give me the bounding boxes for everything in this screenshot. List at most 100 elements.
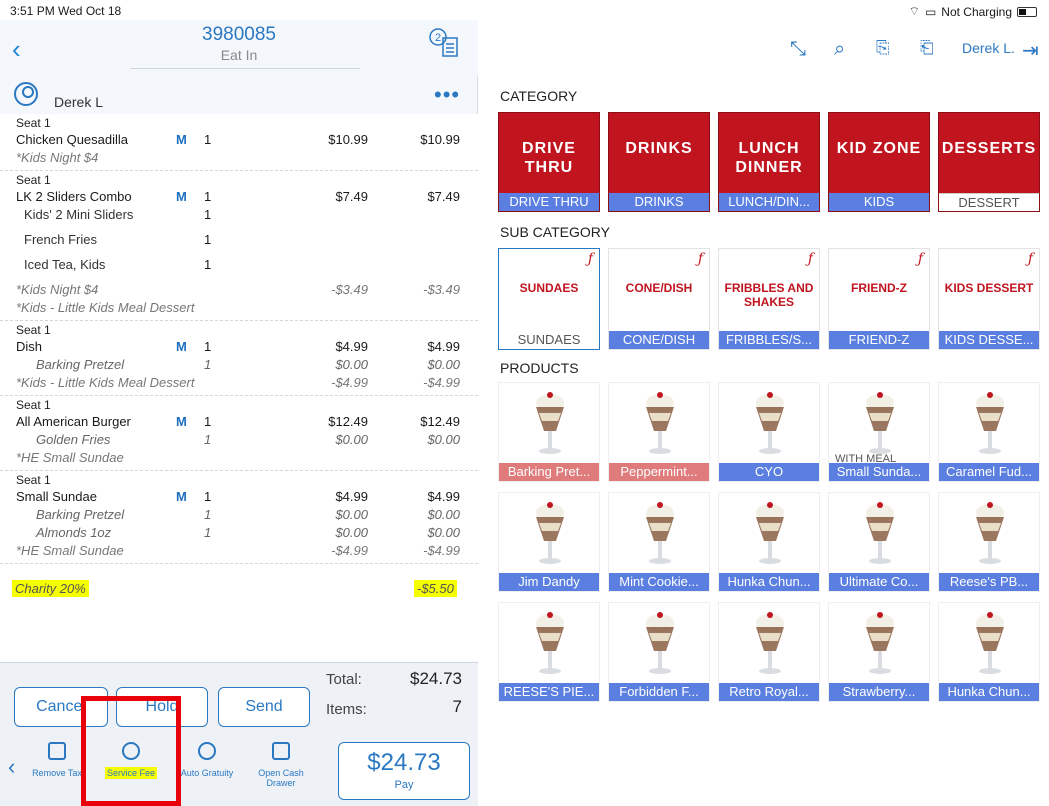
order-header: ‹ 3980085 Eat In 2 — [0, 20, 478, 76]
category-tile[interactable]: DRIVE THRU DRIVE THRU — [498, 112, 600, 212]
line-qty: 1 — [204, 414, 212, 429]
product-tile[interactable]: Hunka Chun... — [938, 602, 1040, 702]
category-tile[interactable]: DRINKS DRINKS — [608, 112, 710, 212]
open-cash-drawer-label: Open Cash Drawer — [258, 768, 304, 788]
product-tile[interactable]: Jim Dandy — [498, 492, 600, 592]
ticket-line[interactable]: *HE Small Sundae -$4.99 -$4.99 — [0, 541, 478, 559]
product-tile[interactable]: Peppermint... — [608, 382, 710, 482]
expand-icon[interactable]: ⤡ — [790, 38, 806, 61]
search-icon[interactable]: ⌕ — [834, 38, 845, 61]
product-tile[interactable]: Strawberry... — [828, 602, 930, 702]
line-total: -$3.49 — [423, 282, 460, 297]
line-qty: 1 — [204, 432, 212, 447]
ticket-line[interactable]: Almonds 1oz 1 $0.00 $0.00 — [0, 523, 478, 541]
customer-row[interactable]: Derek L ••• — [0, 76, 478, 114]
ticket-line[interactable]: Dish M 1 $4.99 $4.99 — [0, 337, 478, 355]
ticket-line[interactable]: Barking Pretzel 1 $0.00 $0.00 — [0, 355, 478, 373]
sub-category-tile[interactable]: ƒ FRIBBLES AND SHAKES FRIBBLES/S... — [718, 248, 820, 350]
order-documents-icon[interactable]: 2 — [426, 26, 460, 60]
modifier-flag[interactable]: M — [176, 132, 187, 147]
product-tile[interactable]: Caramel Fud... — [938, 382, 1040, 482]
charity-discount-row[interactable]: Charity 20% -$5.50 — [0, 564, 478, 604]
ticket-line[interactable]: Golden Fries 1 $0.00 $0.00 — [0, 430, 478, 448]
modifier-flag[interactable]: M — [176, 414, 187, 429]
clipboard-icon[interactable]: ⎘ — [876, 38, 890, 58]
product-label: Caramel Fud... — [939, 463, 1039, 481]
ticket-line[interactable]: All American Burger M 1 $12.49 $12.49 — [0, 412, 478, 430]
ticket-line[interactable]: *Kids - Little Kids Meal Dessert — [0, 298, 478, 316]
sub-category-tile[interactable]: ƒ CONE/DISH CONE/DISH — [608, 248, 710, 350]
product-tile[interactable]: REESE'S PIE... — [498, 602, 600, 702]
product-tile[interactable]: Reese's PB... — [938, 492, 1040, 592]
ticket-line[interactable]: *HE Small Sundae — [0, 448, 478, 466]
category-tile[interactable]: DESSERTS DESSERT — [938, 112, 1040, 212]
auto-gratuity-icon — [198, 742, 216, 760]
pay-button[interactable]: $24.73 Pay — [338, 742, 470, 800]
category-tile-label: DRIVE THRU — [499, 193, 599, 211]
product-tile[interactable]: WITH MEAL Small Sunda... — [828, 382, 930, 482]
bottom-toolbar: ‹ Remove Tax Service Fee Auto Gratuity O… — [0, 734, 478, 806]
product-tile[interactable]: Hunka Chun... — [718, 492, 820, 592]
ticket-line[interactable]: *Kids Night $4 -$3.49 -$3.49 — [0, 280, 478, 298]
ticket-line[interactable]: Iced Tea, Kids 1 — [0, 255, 478, 280]
product-tile[interactable]: Ultimate Co... — [828, 492, 930, 592]
ticket-line[interactable]: French Fries 1 — [0, 230, 478, 255]
product-label: CYO — [719, 463, 819, 481]
line-total: $0.00 — [427, 357, 460, 372]
seat-group: Seat 1 Small Sundae M 1 $4.99 $4.99 Barking Pr… — [0, 471, 478, 564]
product-tile[interactable]: Barking Pret... — [498, 382, 600, 482]
line-qty: 1 — [204, 525, 212, 540]
line-total: $0.00 — [427, 525, 460, 540]
auto-gratuity-button[interactable]: Auto Gratuity — [172, 742, 242, 778]
ticket-line[interactable]: Small Sundae M 1 $4.99 $4.99 — [0, 487, 478, 505]
logout-icon[interactable]: ⇥ — [1022, 38, 1039, 63]
line-total: $4.99 — [427, 489, 460, 504]
sundae-glass-icon — [756, 612, 784, 674]
product-tile[interactable]: Retro Royal... — [718, 602, 820, 702]
category-tile[interactable]: LUNCH DINNER LUNCH/DIN... — [718, 112, 820, 212]
send-button[interactable]: Send — [218, 687, 310, 727]
ticket-line[interactable]: Barking Pretzel 1 $0.00 $0.00 — [0, 505, 478, 523]
pay-amount: $24.73 — [367, 749, 441, 776]
category-tile-label: KIDS — [829, 193, 929, 211]
modifier-flag[interactable]: M — [176, 339, 187, 354]
sundae-glass-icon — [756, 502, 784, 564]
line-name: *HE Small Sundae — [16, 543, 124, 558]
more-options-icon[interactable]: ••• — [434, 82, 460, 108]
line-name: *HE Small Sundae — [16, 450, 124, 465]
modifier-flag[interactable]: M — [176, 489, 187, 504]
modifier-flag[interactable]: M — [176, 189, 187, 204]
user-name[interactable]: Derek L. — [962, 40, 1015, 56]
line-price: $4.99 — [335, 339, 368, 354]
product-tile[interactable]: Mint Cookie... — [608, 492, 710, 592]
line-name: LK 2 Sliders Combo — [16, 189, 132, 204]
ticket-line[interactable]: *Kids - Little Kids Meal Dessert -$4.99 -$… — [0, 373, 478, 391]
ticket-line[interactable]: LK 2 Sliders Combo M 1 $7.49 $7.49 — [0, 187, 478, 205]
product-tile[interactable]: CYO — [718, 382, 820, 482]
sub-category-tile-text: SUNDAES — [519, 281, 579, 295]
product-label: Reese's PB... — [939, 573, 1039, 591]
sub-category-heading: SUB CATEGORY — [500, 224, 610, 240]
sundae-glass-icon — [536, 392, 564, 454]
friendlys-logo-icon: ƒ — [587, 251, 593, 267]
line-price: -$4.99 — [331, 375, 368, 390]
line-price: -$4.99 — [331, 543, 368, 558]
sub-category-tile[interactable]: ƒ KIDS DESSERT KIDS DESSE... — [938, 248, 1040, 350]
order-panel: ‹ 3980085 Eat In 2 Derek L ••• Seat 1 Chi… — [0, 20, 478, 806]
register-icon[interactable]: ⎗ — [920, 38, 934, 58]
product-label: Strawberry... — [829, 683, 929, 701]
ticket-line[interactable]: *Kids Night $4 — [0, 148, 478, 166]
ticket-line[interactable]: Chicken Quesadilla M 1 $10.99 $10.99 — [0, 130, 478, 148]
order-type[interactable]: Eat In — [0, 47, 478, 63]
sub-category-tile[interactable]: ƒ SUNDAES SUNDAES — [498, 248, 600, 350]
open-cash-drawer-button[interactable]: Open Cash Drawer — [246, 742, 316, 788]
category-tile[interactable]: KID ZONE KIDS — [828, 112, 930, 212]
sub-category-tile[interactable]: ƒ FRIEND-Z FRIEND-Z — [828, 248, 930, 350]
sundae-glass-icon — [756, 392, 784, 454]
product-label: Jim Dandy — [499, 573, 599, 591]
product-tile[interactable]: Forbidden F... — [608, 602, 710, 702]
ticket-line[interactable]: Kids' 2 Mini Sliders 1 — [0, 205, 478, 230]
line-price: $0.00 — [335, 357, 368, 372]
toolbar-prev-chevron-icon[interactable]: ‹ — [8, 754, 15, 780]
sub-category-tile-label: FRIEND-Z — [829, 331, 929, 349]
